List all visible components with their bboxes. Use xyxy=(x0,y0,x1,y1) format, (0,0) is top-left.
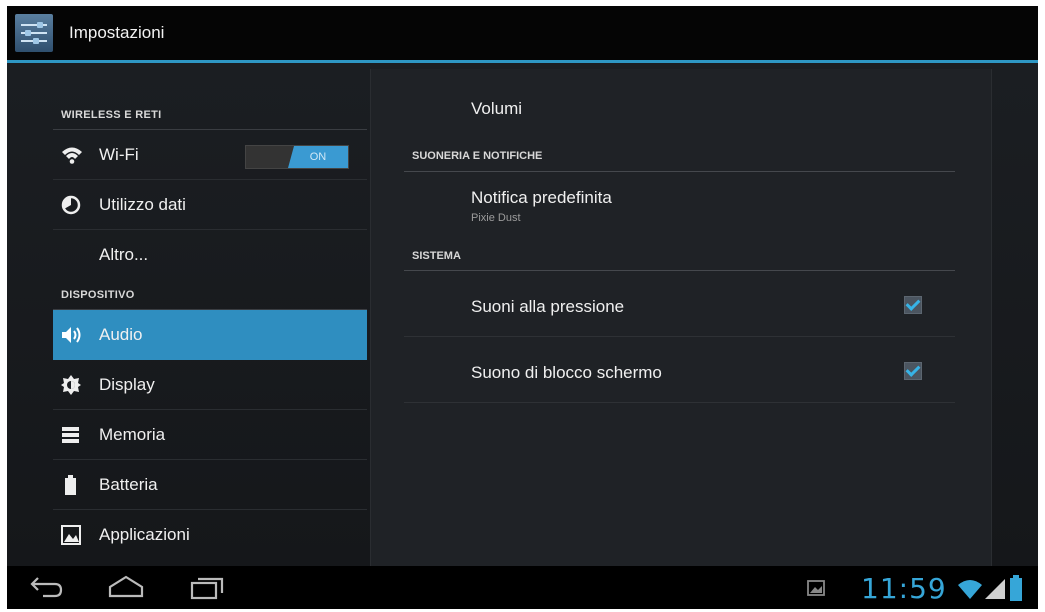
sidebar-item-wifi[interactable]: Wi-Fi ON xyxy=(53,130,367,180)
audio-settings-panel: Volumi SUONERIA E NOTIFICHE Notifica pre… xyxy=(370,69,992,566)
section-divider xyxy=(404,270,955,271)
touch-sounds-label[interactable]: Suoni alla pressione xyxy=(471,297,624,317)
lock-sound-checkbox[interactable] xyxy=(904,362,922,380)
sidebar-item-audio[interactable]: Audio xyxy=(53,310,367,360)
navigation-bar: 11:59 xyxy=(7,566,1038,609)
sidebar-item-battery[interactable]: Batteria xyxy=(53,460,367,510)
settings-sliders-icon[interactable] xyxy=(15,14,53,52)
category-header-device: DISPOSITIVO xyxy=(61,289,135,301)
section-header-ringtone: SUONERIA E NOTIFICHE xyxy=(412,150,543,162)
speaker-icon xyxy=(62,327,81,343)
storage-icon xyxy=(62,427,79,443)
back-icon[interactable] xyxy=(29,576,63,598)
lock-sound-label[interactable]: Suono di blocco schermo xyxy=(471,363,662,383)
settings-list: WIRELESS E RETI Wi-Fi ON Utilizzo dati A… xyxy=(53,63,367,566)
recent-apps-icon[interactable] xyxy=(190,576,224,600)
wifi-icon xyxy=(62,147,82,164)
sidebar-item-label: Memoria xyxy=(99,425,166,444)
content-area: WIRELESS E RETI Wi-Fi ON Utilizzo dati A… xyxy=(7,63,1038,566)
action-bar: Impostazioni xyxy=(7,6,1038,60)
signal-icon xyxy=(985,579,1005,599)
brightness-icon xyxy=(61,375,81,395)
screenshot-notification-icon[interactable] xyxy=(807,579,825,597)
sidebar-item-display[interactable]: Display xyxy=(53,360,367,410)
wifi-toggle-state: ON xyxy=(288,146,348,168)
row-divider xyxy=(404,336,955,337)
section-header-system: SISTEMA xyxy=(412,250,461,262)
sidebar-item-label: Utilizzo dati xyxy=(99,195,186,214)
apps-icon xyxy=(61,525,81,545)
notification-value: Pixie Dust xyxy=(471,212,521,224)
sidebar-item-more[interactable]: Altro... xyxy=(53,230,367,280)
wifi-status-icon xyxy=(958,580,982,599)
app-title: Impostazioni xyxy=(69,23,165,42)
section-divider xyxy=(404,171,955,172)
sidebar-item-label: Display xyxy=(99,375,155,394)
notification-title: Notifica predefinita xyxy=(471,188,612,207)
wifi-toggle[interactable]: ON xyxy=(245,145,349,169)
sidebar-item-label: Audio xyxy=(99,325,143,344)
sidebar-item-data-usage[interactable]: Utilizzo dati xyxy=(53,180,367,230)
sidebar-item-label: Altro... xyxy=(99,245,149,264)
home-icon[interactable] xyxy=(107,575,145,599)
sidebar-item-storage[interactable]: Memoria xyxy=(53,410,367,460)
screen: Impostazioni WIRELESS E RETI Wi-Fi ON Ut… xyxy=(7,6,1038,609)
battery-icon xyxy=(65,475,76,495)
sidebar-item-label: Batteria xyxy=(99,475,158,494)
status-clock[interactable]: 11:59 xyxy=(861,572,947,605)
touch-sounds-checkbox[interactable] xyxy=(904,296,922,314)
volume-setting[interactable]: Volumi xyxy=(471,99,522,119)
sidebar-item-label: Wi-Fi xyxy=(99,145,139,164)
sidebar-item-label: Applicazioni xyxy=(99,525,190,544)
data-usage-icon xyxy=(61,195,81,215)
sidebar-item-apps[interactable]: Applicazioni xyxy=(53,510,367,560)
category-header-wireless: WIRELESS E RETI xyxy=(61,109,162,121)
row-divider xyxy=(404,402,955,403)
battery-status-icon xyxy=(1010,575,1022,601)
